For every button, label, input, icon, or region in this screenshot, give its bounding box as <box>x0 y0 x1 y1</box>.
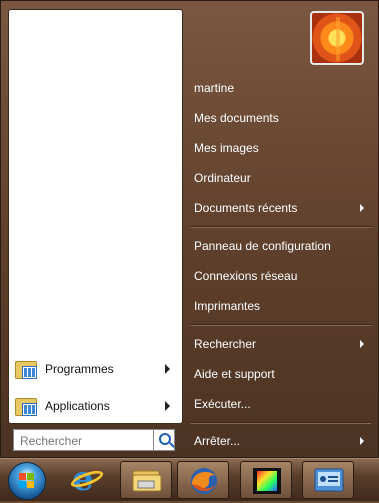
menu-separator <box>191 226 371 228</box>
search-input[interactable] <box>18 431 152 451</box>
menu-item-applications[interactable]: Applications <box>15 393 180 419</box>
search-field[interactable] <box>13 429 171 451</box>
menu-item-mes-images[interactable]: Mes images <box>194 137 374 159</box>
internet-explorer-icon[interactable]: e <box>68 459 106 499</box>
menu-item-rechercher-label: Rechercher <box>194 337 257 351</box>
taskbar: e <box>0 458 379 501</box>
menu-item-panneau-de-configuration[interactable]: Panneau de configuration <box>194 235 374 257</box>
explorer-folder-icon <box>132 470 162 492</box>
menu-separator <box>191 324 371 326</box>
search-button[interactable] <box>153 429 175 451</box>
menu-item-programmes-label: Programmes <box>45 362 114 376</box>
firefox-icon <box>191 468 217 494</box>
menu-item-executer[interactable]: Exécuter... <box>194 393 374 415</box>
taskbar-media-button[interactable] <box>240 461 292 499</box>
menu-item-applications-label: Applications <box>45 399 110 413</box>
submenu-arrow-icon <box>360 340 364 348</box>
menu-item-rechercher[interactable]: Rechercher <box>194 333 374 355</box>
menu-item-connexions-reseau[interactable]: Connexions réseau <box>194 265 374 287</box>
menu-item-documents-recents[interactable]: Documents récents <box>194 197 374 219</box>
shutdown-button-label: Arrêter... <box>194 434 241 448</box>
programs-folder-icon <box>15 359 37 379</box>
taskbar-firefox-button[interactable] <box>177 461 229 499</box>
menu-item-ordinateur[interactable]: Ordinateur <box>194 167 374 189</box>
menu-separator <box>191 422 371 424</box>
menu-item-aide-et-support[interactable]: Aide et support <box>194 363 374 385</box>
media-filmstrip-icon <box>253 468 281 494</box>
applications-folder-icon <box>15 396 37 416</box>
taskbar-explorer-button[interactable] <box>120 461 172 499</box>
submenu-arrow-icon <box>165 364 170 374</box>
submenu-arrow-icon <box>360 204 364 212</box>
search-icon <box>159 433 171 445</box>
start-menu: Programmes Applications martine Mes docu… <box>0 0 379 458</box>
menu-item-imprimantes[interactable]: Imprimantes <box>194 295 374 317</box>
user-avatar[interactable] <box>310 11 364 65</box>
windows-logo-icon <box>19 473 35 489</box>
shutdown-button[interactable]: Arrêter... <box>194 430 374 452</box>
submenu-arrow-icon <box>165 401 170 411</box>
menu-item-documents-recents-label: Documents récents <box>194 201 298 215</box>
user-name-link[interactable]: martine <box>194 77 374 99</box>
submenu-arrow-icon <box>360 437 364 445</box>
control-panel-icon <box>314 468 344 492</box>
menu-item-mes-documents[interactable]: Mes documents <box>194 107 374 129</box>
taskbar-control-panel-button[interactable] <box>302 461 354 499</box>
start-orb[interactable] <box>8 462 46 500</box>
menu-item-programmes[interactable]: Programmes <box>15 356 180 382</box>
